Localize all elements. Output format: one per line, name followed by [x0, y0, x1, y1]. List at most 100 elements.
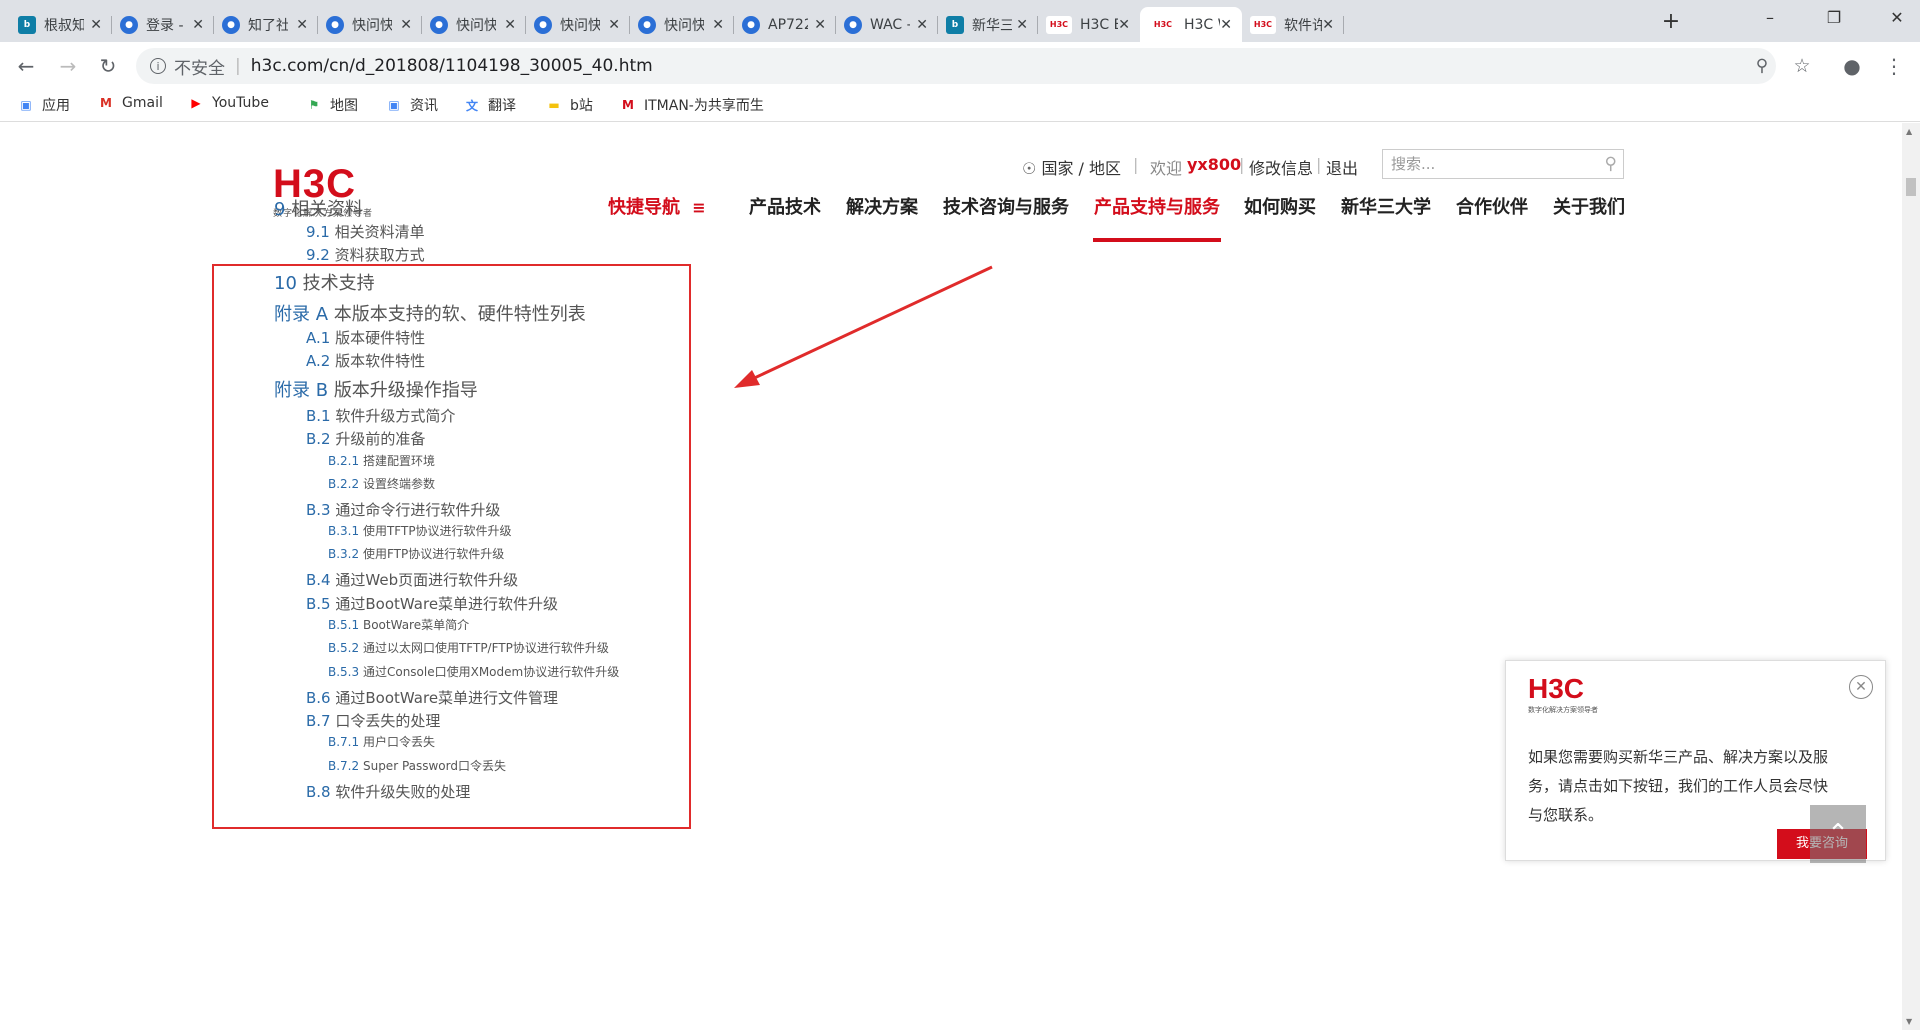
- tab-title: 快问快: [352, 17, 392, 34]
- bookmark-item[interactable]: ▣ 应用: [18, 95, 70, 115]
- tab[interactable]: ● 快问快 ✕: [628, 7, 734, 42]
- close-tab-icon[interactable]: ✕: [400, 17, 412, 33]
- bing-icon: b: [18, 15, 36, 34]
- tab-separator: [1343, 16, 1344, 34]
- bing-icon: b: [946, 15, 964, 34]
- tab[interactable]: H3C H3C E ✕: [1036, 7, 1140, 42]
- tab-title: 知了社: [248, 17, 288, 34]
- close-tab-icon[interactable]: ✕: [192, 17, 204, 33]
- bookmark-item[interactable]: M Gmail: [98, 95, 163, 111]
- close-tab-icon[interactable]: ✕: [916, 17, 928, 33]
- youtube-icon: ▶: [191, 96, 201, 110]
- bookmark-label: 地图: [330, 98, 358, 114]
- bookmark-item[interactable]: M ITMAN-为共享而生: [620, 95, 764, 115]
- kuaiwen-icon: ●: [430, 15, 448, 34]
- web-page: H3C 数字化解决方案领导者 ☉ 国家 / 地区 | 欢迎 yx800 | 修改…: [0, 123, 1902, 1030]
- bookmark-label: 翻译: [488, 98, 516, 114]
- close-tab-icon[interactable]: ✕: [1118, 17, 1130, 33]
- apps-grid-icon: ▣: [20, 98, 32, 112]
- tab[interactable]: b 新华三 ✕: [936, 7, 1038, 42]
- bookmark-label: YouTube: [212, 95, 269, 111]
- security-label: 不安全: [174, 58, 225, 79]
- tab-title: WAC -: [870, 16, 910, 33]
- popup-message: 如果您需要购买新华三产品、解决方案以及服务，请点击如下按钮，我们的工作人员会尽快…: [1528, 748, 1829, 824]
- profile-icon[interactable]: ●: [1838, 52, 1866, 80]
- scroll-up-icon[interactable]: ▲: [1906, 127, 1912, 136]
- menu-icon[interactable]: ⋮: [1880, 52, 1908, 80]
- bookmark-item[interactable]: 文翻译: [464, 95, 516, 115]
- tab-title: 新华三: [972, 17, 1012, 34]
- translate-icon: 文: [465, 98, 478, 113]
- close-tab-icon[interactable]: ✕: [296, 17, 308, 33]
- bookmark-item[interactable]: ▣ 资讯: [386, 95, 438, 115]
- scrollbar-thumb[interactable]: [1906, 178, 1916, 196]
- minimize-icon[interactable]: –: [1747, 0, 1793, 34]
- bookmark-item[interactable]: ⚑ 地图: [306, 95, 358, 115]
- toolbar: ← → ↻ i 不安全 | h3c.com/cn/d_201808/110419…: [0, 42, 1920, 90]
- close-tab-icon[interactable]: ✕: [1220, 17, 1232, 33]
- tab[interactable]: ● WAC - ✕: [834, 7, 938, 42]
- tab[interactable]: ● 快问快 ✕: [420, 7, 526, 42]
- close-tab-icon[interactable]: ✕: [504, 17, 516, 33]
- tab[interactable]: H3C H3C W✕: [1140, 7, 1242, 42]
- tab-title: H3C E: [1080, 16, 1119, 33]
- kuaiwen-icon: ●: [222, 15, 240, 34]
- bookmark-item[interactable]: ▶ YouTube: [188, 95, 269, 111]
- tab[interactable]: b 根叔知 ✕: [8, 7, 112, 42]
- close-tab-icon[interactable]: ✕: [814, 17, 826, 33]
- h3c-icon: H3C: [1046, 15, 1072, 34]
- tab-title: 软件许: [1284, 17, 1323, 34]
- back-to-top-icon[interactable]: ⌃: [1810, 805, 1866, 863]
- itman-icon: M: [622, 98, 634, 112]
- kuaiwen-icon: ●: [844, 15, 862, 34]
- tab-strip: b 根叔知 ✕ ● 登录 - ✕ ● 知了社 ✕ ● 快问快 ✕ ● 快问快 ✕ ● 快问快 ✕ ● 快问快 ✕ ● AP7…: [0, 0, 1920, 42]
- bookmark-label: 资讯: [410, 98, 438, 114]
- scrollbar[interactable]: ▲ ▼: [1902, 123, 1920, 1030]
- close-tab-icon[interactable]: ✕: [608, 17, 620, 33]
- kuaiwen-icon: ●: [742, 15, 760, 34]
- kuaiwen-icon: ●: [534, 15, 552, 34]
- tab[interactable]: ● 快问快 ✕: [524, 7, 630, 42]
- info-icon[interactable]: i: [150, 58, 166, 74]
- close-window-icon[interactable]: ✕: [1874, 0, 1920, 34]
- url-text[interactable]: h3c.com/cn/d_201808/1104198_30005_40.htm: [251, 56, 653, 76]
- bookmark-label: 应用: [42, 98, 70, 114]
- forward-icon[interactable]: →: [54, 52, 82, 80]
- kuaiwen-icon: ●: [326, 15, 344, 34]
- back-icon[interactable]: ←: [12, 52, 40, 80]
- tab[interactable]: H3C 软件许 ✕: [1240, 7, 1344, 42]
- gmail-icon: M: [100, 96, 112, 110]
- tab[interactable]: ● 登录 - ✕: [110, 7, 214, 42]
- kuaiwen-icon: ●: [638, 15, 656, 34]
- close-tab-icon[interactable]: ✕: [1322, 17, 1334, 33]
- tab[interactable]: ● AP722 ✕: [732, 7, 836, 42]
- news-icon: ▣: [388, 98, 400, 112]
- address-bar[interactable]: i 不安全 | h3c.com/cn/d_201808/1104198_3000…: [136, 48, 1776, 84]
- close-tab-icon[interactable]: ✕: [712, 17, 724, 33]
- close-tab-icon[interactable]: ✕: [90, 17, 102, 33]
- bookmark-label: Gmail: [122, 95, 163, 111]
- scroll-down-icon[interactable]: ▼: [1906, 1017, 1912, 1026]
- close-icon[interactable]: ✕: [1849, 675, 1873, 699]
- tab-title: 快问快: [664, 17, 704, 34]
- bookmarks-bar: ▣ 应用 M Gmail ▶ YouTube ⚑ 地图 ▣ 资讯 文翻译 ▬ b站 M ITMAN-为共享而…: [0, 90, 1920, 122]
- folder-icon: ▬: [548, 98, 560, 112]
- tab-title: 根叔知: [44, 17, 84, 34]
- h3c-icon: H3C: [1250, 15, 1276, 34]
- bookmark-label: ITMAN-为共享而生: [644, 98, 764, 114]
- tab-title: 快问快: [456, 17, 496, 34]
- popup-logo: H3C 数字化解决方案领导者: [1528, 675, 1598, 715]
- tab-title: AP722: [768, 16, 808, 33]
- close-tab-icon[interactable]: ✕: [1016, 17, 1028, 33]
- bookmark-item[interactable]: ▬ b站: [546, 95, 593, 115]
- divider: |: [235, 56, 241, 76]
- tab-title: H3C W: [1184, 16, 1220, 33]
- zoom-icon[interactable]: ⚲: [1748, 52, 1776, 80]
- new-tab-button[interactable]: +: [1648, 4, 1694, 38]
- reload-icon[interactable]: ↻: [94, 52, 122, 80]
- star-icon[interactable]: ☆: [1788, 52, 1816, 80]
- restore-icon[interactable]: ❐: [1811, 0, 1857, 34]
- tab[interactable]: ● 知了社 ✕: [212, 7, 318, 42]
- tab[interactable]: ● 快问快 ✕: [316, 7, 422, 42]
- h3c-icon: H3C: [1150, 15, 1176, 34]
